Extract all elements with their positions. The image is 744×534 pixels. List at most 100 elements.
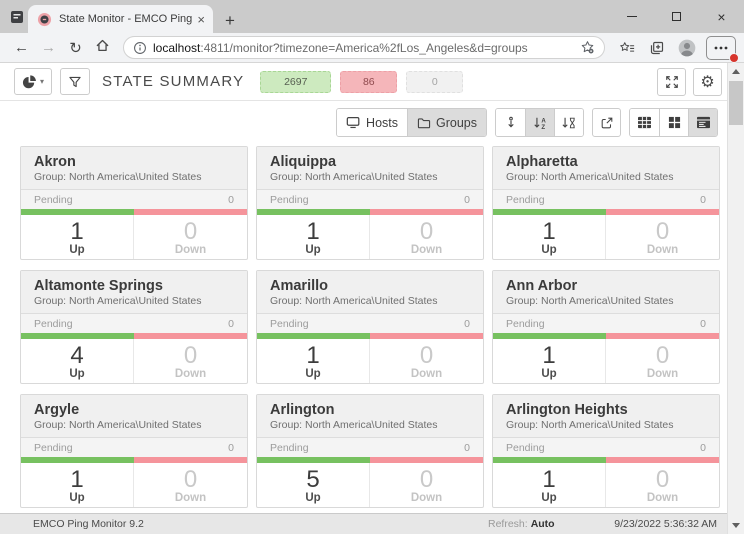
group-name: Arlington xyxy=(270,402,470,418)
pending-label: Pending xyxy=(270,194,309,206)
blocks-view-button[interactable] xyxy=(659,109,688,136)
site-info-icon[interactable] xyxy=(133,41,147,55)
filter-button[interactable] xyxy=(60,68,90,95)
group-card[interactable]: Arlington Group: North America\United St… xyxy=(256,394,484,508)
card-header: Akron Group: North America\United States xyxy=(21,147,247,189)
down-label: Down xyxy=(175,244,206,256)
group-card[interactable]: Amarillo Group: North America\United Sta… xyxy=(256,270,484,384)
address-bar[interactable]: localhost:4811/monitor?timezone=America%… xyxy=(123,36,605,59)
close-icon: × xyxy=(717,9,725,25)
down-label: Down xyxy=(411,492,442,504)
pending-row: Pending 0 xyxy=(21,189,247,209)
grid-view-icon xyxy=(637,116,652,129)
new-tab-button[interactable]: + xyxy=(225,14,235,28)
maximize-button[interactable] xyxy=(654,0,699,33)
group-card[interactable]: Akron Group: North America\United States… xyxy=(20,146,248,260)
group-name: Ann Arbor xyxy=(506,278,706,294)
group-card[interactable]: Alpharetta Group: North America\United S… xyxy=(492,146,720,260)
card-grid: Akron Group: North America\United States… xyxy=(20,146,720,508)
profile-avatar[interactable] xyxy=(672,38,702,58)
favorites-icon[interactable] xyxy=(612,40,642,56)
refresh-label: Refresh: xyxy=(488,518,528,530)
pending-row: Pending 0 xyxy=(493,189,719,209)
folder-icon xyxy=(417,117,431,129)
detail-view-button[interactable] xyxy=(688,109,717,136)
hosts-toggle-button[interactable]: Hosts xyxy=(337,109,407,136)
scrollbar-thumb[interactable] xyxy=(729,81,743,125)
groups-toggle-button[interactable]: Groups xyxy=(407,109,486,136)
url-host: localhost xyxy=(153,41,200,55)
chevron-down-icon: ▾ xyxy=(40,77,44,86)
open-in-new-button[interactable] xyxy=(592,108,621,137)
group-name: Argyle xyxy=(34,402,234,418)
triangle-up-icon xyxy=(732,69,740,74)
up-label: Up xyxy=(69,368,84,380)
grid-view-button[interactable] xyxy=(630,109,659,136)
minimize-button[interactable] xyxy=(609,0,654,33)
browser-menu-button[interactable] xyxy=(706,36,736,60)
detail-view-icon xyxy=(696,116,711,129)
card-header: Arlington Heights Group: North America\U… xyxy=(493,395,719,437)
group-path: Group: North America\United States xyxy=(270,295,470,307)
group-card[interactable]: Arlington Heights Group: North America\U… xyxy=(492,394,720,508)
close-button[interactable]: × xyxy=(699,0,744,33)
group-card[interactable]: Ann Arbor Group: North America\United St… xyxy=(492,270,720,384)
site-permissions-icon[interactable] xyxy=(580,40,595,55)
group-card[interactable]: Altamonte Springs Group: North America\U… xyxy=(20,270,248,384)
group-path: Group: North America\United States xyxy=(506,171,706,183)
fullscreen-button[interactable] xyxy=(657,68,686,96)
pending-label: Pending xyxy=(506,194,545,206)
refresh-button[interactable]: ↻ xyxy=(62,39,89,57)
down-stat: 0 Down xyxy=(606,215,719,259)
svg-text:A: A xyxy=(541,117,546,124)
pending-row: Pending 0 xyxy=(21,313,247,333)
chart-menu-button[interactable]: ▾ xyxy=(14,68,52,95)
down-label: Down xyxy=(411,368,442,380)
tab-close-icon[interactable]: × xyxy=(194,12,208,27)
app-version: EMCO Ping Monitor 9.2 xyxy=(33,518,144,530)
down-count: 0 xyxy=(184,467,197,492)
browser-tab[interactable]: State Monitor - EMCO Ping Mon × xyxy=(28,5,213,33)
up-stat: 1 Up xyxy=(493,463,606,507)
sort-by-state-button[interactable] xyxy=(496,109,525,136)
group-name: Amarillo xyxy=(270,278,470,294)
back-button[interactable]: ← xyxy=(8,39,35,56)
up-stat: 1 Up xyxy=(21,215,134,259)
sort-by-name-button[interactable]: AZ xyxy=(525,109,554,136)
down-total-badge[interactable]: 86 xyxy=(340,71,397,93)
pending-row: Pending 0 xyxy=(21,437,247,457)
group-name: Alpharetta xyxy=(506,154,706,170)
pie-chart-icon xyxy=(22,74,37,89)
ellipsis-icon xyxy=(714,46,728,50)
tab-actions-menu-icon[interactable] xyxy=(8,8,26,26)
pending-total-badge[interactable]: 0 xyxy=(406,71,463,93)
down-count: 0 xyxy=(420,343,433,368)
pending-row: Pending 0 xyxy=(257,313,483,333)
groups-label: Groups xyxy=(436,116,477,130)
down-count: 0 xyxy=(420,219,433,244)
up-stat: 1 Up xyxy=(493,339,606,383)
down-count: 0 xyxy=(184,343,197,368)
sort-name-icon: AZ xyxy=(532,116,548,130)
group-path: Group: North America\United States xyxy=(270,419,470,431)
up-count: 1 xyxy=(306,219,319,244)
vertical-scrollbar[interactable] xyxy=(727,63,744,534)
ping-monitor-app: ▾ STATE SUMMARY 2697 86 0 ⚙ xyxy=(0,63,727,534)
main-content: Hosts Groups AZ xyxy=(0,101,727,513)
down-label: Down xyxy=(647,492,678,504)
up-count: 5 xyxy=(306,467,319,492)
scroll-down-button[interactable] xyxy=(728,517,744,534)
group-card[interactable]: Aliquippa Group: North America\United St… xyxy=(256,146,484,260)
up-total-badge[interactable]: 2697 xyxy=(260,71,331,93)
scroll-up-button[interactable] xyxy=(728,63,744,80)
group-name: Aliquippa xyxy=(270,154,470,170)
group-card[interactable]: Argyle Group: North America\United State… xyxy=(20,394,248,508)
forward-button[interactable]: → xyxy=(35,39,62,56)
home-button[interactable] xyxy=(89,38,116,57)
collections-icon[interactable] xyxy=(642,40,672,56)
settings-button[interactable]: ⚙ xyxy=(693,68,722,96)
view-mode-group xyxy=(629,108,718,137)
sort-by-time-button[interactable] xyxy=(554,109,583,136)
pending-row: Pending 0 xyxy=(493,313,719,333)
pending-label: Pending xyxy=(506,318,545,330)
